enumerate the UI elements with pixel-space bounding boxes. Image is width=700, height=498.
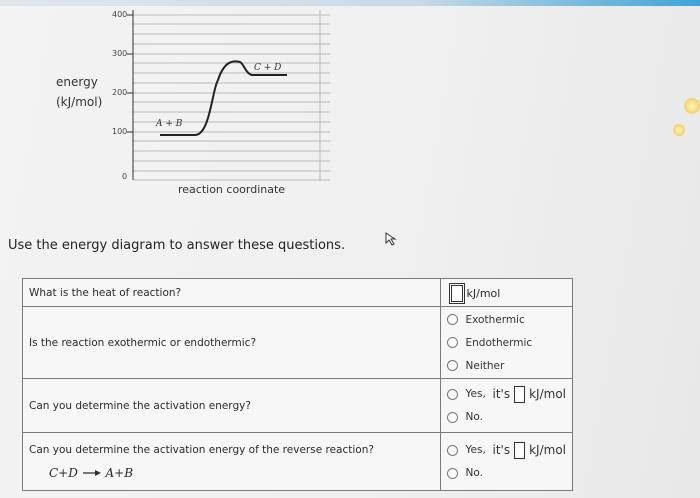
equation-right: A+B — [105, 465, 134, 480]
question-exo-endo: Is the reaction exothermic or endothermi… — [22, 306, 441, 379]
answer-reverse-activation: Yes, it's kJ/mol No. — [439, 432, 574, 491]
y-axis — [127, 10, 134, 180]
option-label: Yes, — [465, 388, 486, 400]
radio-endothermic[interactable] — [446, 337, 458, 348]
option-label: No. — [465, 467, 483, 479]
option-activation-yes[interactable]: Yes, it's kJ/mol — [446, 383, 566, 406]
option-label: Neither — [465, 359, 505, 372]
option-its-label: it's — [492, 387, 511, 401]
question-row-reverse: Can you determine the activation energy … — [22, 432, 574, 491]
activation-energy-input[interactable] — [514, 385, 526, 403]
option-label: Endothermic — [465, 336, 533, 349]
equation-left: C+D — [49, 465, 78, 480]
unit-label: kJ/mol — [529, 443, 566, 457]
glare-orb-upper — [684, 98, 700, 114]
option-its-label: it's — [492, 443, 511, 457]
option-reverse-no[interactable]: No. — [446, 462, 566, 485]
reactants-label: A + B — [156, 119, 183, 129]
unit-label: kJ/mol — [529, 387, 566, 401]
option-label: No. — [465, 411, 483, 423]
mouse-cursor-icon — [385, 232, 397, 246]
question-activation-energy: Can you determine the activation energy? — [22, 378, 441, 433]
radio-reverse-yes[interactable] — [446, 444, 458, 456]
instruction-text: Use the energy diagram to answer these q… — [8, 238, 346, 253]
reaction-arrow-icon — [82, 470, 101, 476]
option-label: Exothermic — [465, 313, 525, 326]
radio-neither[interactable] — [446, 360, 458, 371]
option-neither[interactable]: Neither — [446, 354, 566, 377]
radio-exothermic[interactable] — [446, 314, 458, 325]
energy-profile-plot — [127, 10, 330, 181]
unit-label: kJ/mol — [466, 287, 501, 300]
radio-reverse-no[interactable] — [446, 467, 458, 479]
radio-activation-yes[interactable] — [446, 388, 458, 400]
answer-exo-endo: Exothermic Endothermic Neither — [439, 306, 574, 379]
answer-heat-of-reaction: kJ/mol — [439, 278, 574, 307]
gridlines — [133, 10, 330, 181]
question-heat-of-reaction: What is the heat of reaction? — [22, 278, 441, 307]
x-axis-label: reaction coordinate — [178, 183, 286, 196]
question-row-heat: What is the heat of reaction? kJ/mol — [22, 278, 574, 307]
glare-orb-lower — [673, 124, 685, 136]
option-label: Yes, — [465, 444, 486, 456]
question-row-activation: Can you determine the activation energy?… — [22, 378, 574, 433]
question-text: What is the heat of reaction? — [29, 286, 182, 299]
heat-of-reaction-input[interactable] — [448, 283, 465, 304]
answer-activation-energy: Yes, it's kJ/mol No. — [439, 378, 574, 433]
option-exothermic[interactable]: Exothermic — [446, 308, 566, 331]
question-reverse-activation: Can you determine the activation energy … — [22, 432, 441, 491]
question-text: Is the reaction exothermic or endothermi… — [29, 336, 257, 349]
question-text: Can you determine the activation energy … — [29, 443, 374, 456]
reverse-reaction-equation: C+D A+B — [29, 466, 434, 480]
option-activation-no[interactable]: No. — [446, 406, 566, 429]
products-label: C + D — [254, 63, 282, 73]
option-endothermic[interactable]: Endothermic — [446, 331, 566, 354]
reverse-activation-energy-input[interactable] — [514, 441, 526, 459]
radio-activation-no[interactable] — [446, 411, 458, 423]
question-row-exo-endo: Is the reaction exothermic or endothermi… — [22, 306, 574, 379]
option-reverse-yes[interactable]: Yes, it's kJ/mol — [446, 439, 566, 462]
questions-table: What is the heat of reaction? kJ/mol Is … — [22, 278, 574, 491]
question-text: Can you determine the activation energy? — [29, 399, 251, 412]
